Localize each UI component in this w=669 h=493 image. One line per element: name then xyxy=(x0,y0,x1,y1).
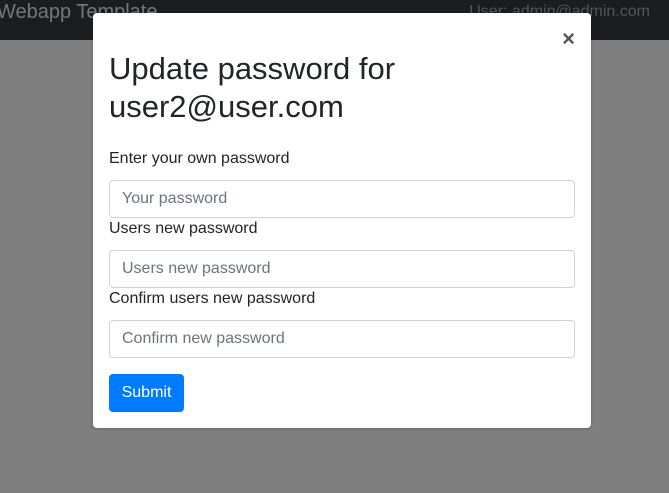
new-password-label: Users new password xyxy=(109,220,258,237)
own-password-input[interactable] xyxy=(109,180,575,218)
own-password-label: Enter your own password xyxy=(109,150,290,167)
submit-button[interactable]: Submit xyxy=(109,374,184,412)
close-icon[interactable]: × xyxy=(562,28,575,50)
confirm-password-label: Confirm users new password xyxy=(109,290,316,307)
confirm-password-input[interactable] xyxy=(109,320,575,358)
update-password-modal: × Update password for user2@user.com Ent… xyxy=(93,13,591,428)
new-password-input[interactable] xyxy=(109,250,575,288)
modal-title: Update password for user2@user.com xyxy=(109,51,396,124)
